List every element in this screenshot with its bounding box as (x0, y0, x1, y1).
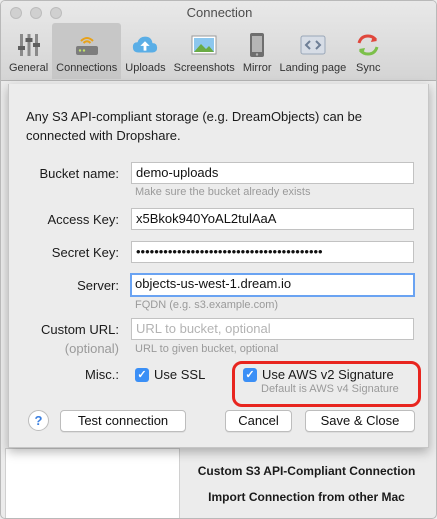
router-icon (73, 31, 101, 59)
tab-landing-page[interactable]: Landing page (276, 23, 351, 79)
secret-key-field[interactable]: ••••••••••••••••••••••••••••••••••••••••… (131, 241, 414, 263)
tab-general[interactable]: General (5, 23, 52, 79)
aws-v2-signature-checkbox[interactable]: ✓ (243, 368, 257, 382)
custom-url-field[interactable]: URL to bucket, optional (131, 318, 414, 340)
tab-label: Connections (56, 62, 118, 74)
access-key-label: Access Key: (47, 212, 119, 227)
tab-label: Uploads (125, 62, 166, 74)
tab-sync[interactable]: Sync (350, 23, 386, 79)
aws-v2-signature-help: Default is AWS v4 Signature (261, 383, 399, 395)
title-bar: Connection General Connections Uploads S… (1, 1, 436, 81)
preferences-window: Connection General Connections Uploads S… (0, 0, 437, 519)
test-connection-button[interactable]: Test connection (60, 410, 186, 432)
connection-sheet: Any S3 API-compliant storage (e.g. Dream… (8, 84, 429, 448)
connections-list (5, 448, 180, 518)
bucket-name-label: Bucket name: (39, 166, 120, 181)
use-ssl-label[interactable]: Use SSL (154, 367, 205, 382)
use-ssl-checkbox[interactable]: ✓ (135, 368, 149, 382)
photo-icon (190, 31, 218, 59)
misc-label: Misc.: (85, 367, 119, 382)
bucket-name-help: Make sure the bucket already exists (135, 186, 311, 198)
tab-label: Sync (355, 62, 381, 74)
sync-icon (354, 31, 382, 59)
tab-mirror[interactable]: Mirror (239, 23, 276, 79)
option-custom-s3[interactable]: Custom S3 API-Compliant Connection (179, 464, 434, 478)
aws-v2-signature-label[interactable]: Use AWS v2 Signature (262, 367, 394, 382)
server-field[interactable]: objects-us-west-1.dream.io (130, 273, 415, 297)
option-import-connection[interactable]: Import Connection from other Mac (179, 490, 434, 504)
bucket-name-field[interactable]: demo-uploads (131, 162, 414, 184)
tab-label: General (9, 62, 49, 74)
custom-url-optional-label: (optional) (64, 341, 119, 356)
tab-uploads[interactable]: Uploads (121, 23, 169, 79)
tab-label: Screenshots (173, 62, 235, 74)
phone-icon (243, 31, 271, 59)
tab-screenshots[interactable]: Screenshots (170, 23, 239, 79)
sliders-icon (15, 31, 43, 59)
tab-connections[interactable]: Connections (52, 23, 122, 79)
custom-url-label: Custom URL: (40, 322, 119, 337)
toolbar-tabs: General Connections Uploads Screenshots … (5, 23, 386, 79)
code-icon (299, 31, 327, 59)
tab-label: Mirror (242, 62, 272, 74)
cloud-upload-icon (131, 31, 159, 59)
intro-text: Any S3 API-compliant storage (e.g. Dream… (26, 109, 362, 143)
cancel-button[interactable]: Cancel (225, 410, 292, 432)
help-button[interactable]: ? (28, 410, 49, 431)
tab-label: Landing page (279, 62, 347, 74)
server-label: Server: (77, 278, 119, 293)
server-help: FQDN (e.g. s3.example.com) (135, 299, 279, 311)
secret-key-label: Secret Key: (51, 245, 119, 260)
custom-url-help: URL to given bucket, optional (135, 343, 279, 355)
access-key-field[interactable]: x5Bkok940YoAL2tulAaA (131, 208, 414, 230)
save-close-button[interactable]: Save & Close (305, 410, 415, 432)
window-title: Connection (186, 5, 253, 20)
